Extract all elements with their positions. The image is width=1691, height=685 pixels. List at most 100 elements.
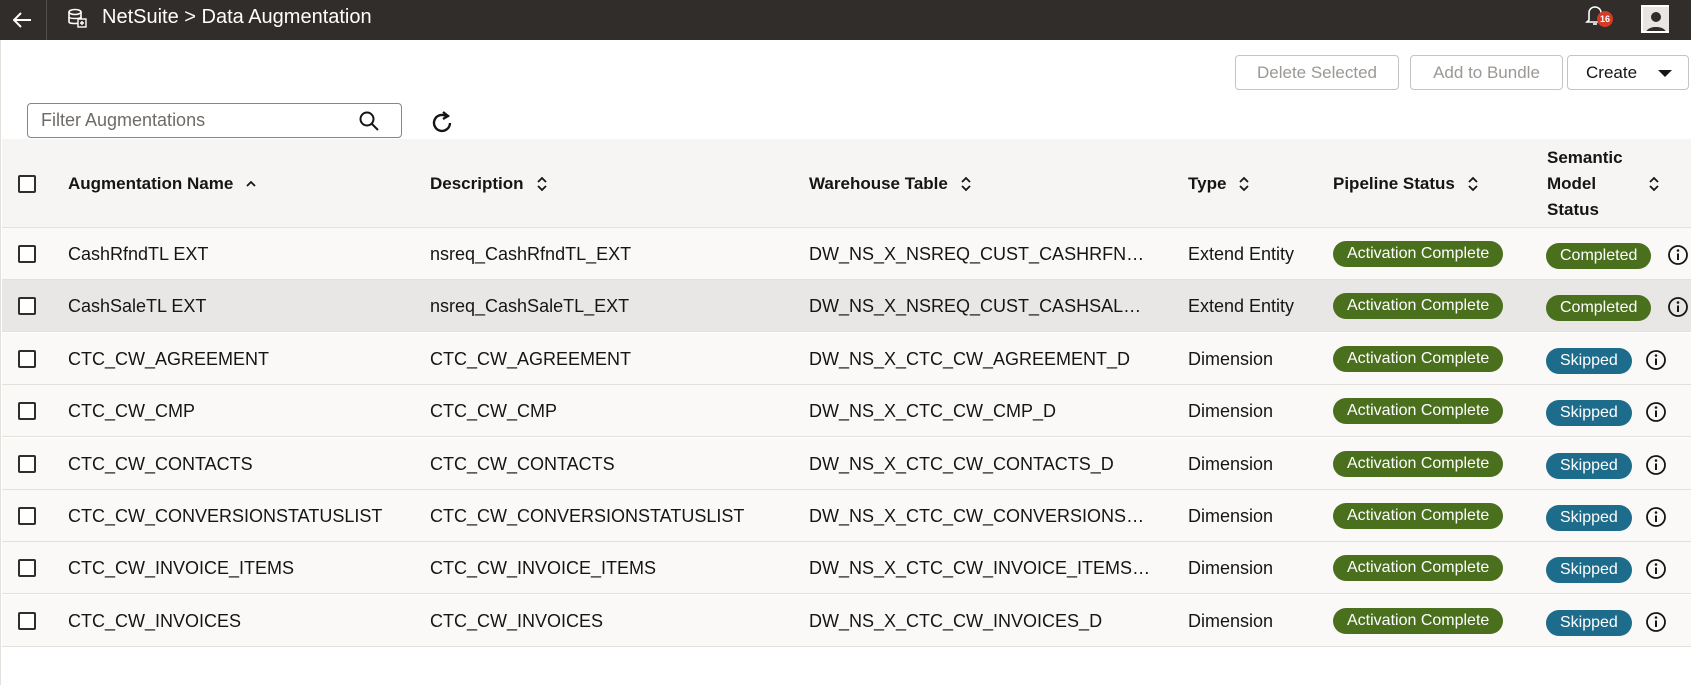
table-header: Augmentation Name Description Warehouse … [2, 139, 1691, 228]
info-icon[interactable] [1645, 558, 1667, 580]
data-augmentation-icon [68, 8, 87, 28]
add-to-bundle-button[interactable]: Add to Bundle [1410, 55, 1563, 90]
description-cell: CTC_CW_AGREEMENT [430, 348, 632, 369]
row-checkbox[interactable] [18, 611, 36, 630]
pipeline-status-badge: Activation Complete [1333, 345, 1504, 372]
main-content: Delete Selected Add to Bundle Create Aug… [0, 40, 1691, 685]
type-cell: Dimension [1188, 610, 1274, 631]
table-row[interactable]: CTC_CW_CONTACTS CTC_CW_CONTACTS DW_NS_X_CT… [2, 437, 1691, 490]
info-icon[interactable] [1645, 506, 1667, 528]
pipeline-status-badge: Activation Complete [1333, 607, 1504, 634]
info-icon[interactable] [1645, 454, 1667, 476]
sort-icon [1468, 176, 1478, 191]
row-checkbox[interactable] [18, 559, 36, 578]
delete-selected-button[interactable]: Delete Selected [1235, 55, 1399, 90]
select-all-checkbox[interactable] [18, 175, 36, 193]
search-icon[interactable] [358, 110, 380, 132]
augmentation-name-cell[interactable]: CTC_CW_AGREEMENT [68, 333, 408, 385]
augmentation-name-cell[interactable]: CTC_CW_INVOICE_ITEMS [68, 542, 408, 594]
page-title: NetSuite > Data Augmentation [102, 6, 372, 28]
table-row[interactable]: CTC_CW_AGREEMENT CTC_CW_AGREEMENT DW_NS_X_… [2, 332, 1691, 385]
description-cell: CTC_CW_INVOICE_ITEMS [430, 558, 657, 579]
refresh-icon[interactable] [429, 110, 455, 136]
type-cell: Dimension [1188, 453, 1274, 474]
table-row[interactable]: CashRfndTL EXT nsreq_CashRfndTL_EXT DW_NS_… [2, 228, 1691, 280]
pipeline-status-badge: Activation Complete [1333, 450, 1504, 477]
info-icon[interactable] [1645, 401, 1667, 423]
type-cell: Dimension [1188, 558, 1274, 579]
semantic-status-badge: Skipped [1546, 400, 1632, 427]
info-icon[interactable] [1645, 611, 1667, 633]
semantic-status-badge: Skipped [1546, 557, 1632, 584]
augmentation-name-cell[interactable]: CTC_CW_CONVERSIONSTATUSLIST [68, 490, 408, 542]
warehouse-table-cell: DW_NS_X_CTC_CW_INVOICE_ITEMS_D [809, 558, 1151, 579]
type-cell: Dimension [1188, 506, 1274, 526]
semantic-status-badge: Completed [1546, 295, 1652, 322]
column-warehouse-table[interactable]: Warehouse Table [809, 139, 972, 228]
row-checkbox[interactable] [18, 297, 36, 316]
description-cell: CTC_CW_CONVERSIONSTATUSLIST [430, 506, 745, 526]
pipeline-status-badge: Activation Complete [1333, 555, 1504, 582]
warehouse-table-cell: DW_NS_X_CTC_CW_AGREEMENT_D [809, 348, 1131, 369]
top-bar: NetSuite > Data Augmentation 16 [0, 0, 1691, 40]
table-row[interactable]: CTC_CW_INVOICES CTC_CW_INVOICES DW_NS_X_CT… [2, 594, 1691, 647]
augmentation-name-cell[interactable]: CTC_CW_CONTACTS [68, 438, 408, 490]
sort-icon [961, 176, 971, 191]
warehouse-table-cell: DW_NS_X_CTC_CW_INVOICES_D [809, 610, 1103, 631]
notification-badge: 16 [1597, 11, 1613, 27]
pipeline-status-badge: Activation Complete [1333, 293, 1504, 320]
semantic-status-badge: Skipped [1546, 452, 1632, 479]
warehouse-table-cell: DW_NS_X_CTC_CW_CONVERSIONSTATUSLIST_D [809, 506, 1151, 526]
warehouse-table-cell: DW_NS_X_CTC_CW_CMP_D [809, 401, 1057, 422]
warehouse-table-cell: DW_NS_X_NSREQ_CUST_CASHRFNDTL_EXT [809, 244, 1151, 264]
table-row[interactable]: CashSaleTL EXT nsreq_CashSaleTL_EXT DW_NS_… [2, 280, 1691, 333]
description-cell: CTC_CW_CMP [430, 401, 558, 422]
type-cell: Extend Entity [1188, 244, 1295, 264]
avatar[interactable] [1641, 5, 1669, 33]
column-semantic-model-status[interactable]: Semantic Model Status [1547, 139, 1660, 228]
semantic-status-badge: Completed [1546, 243, 1652, 269]
augmentation-name-cell[interactable]: CashSaleTL EXT [68, 280, 408, 332]
semantic-status-badge: Skipped [1546, 505, 1632, 531]
pipeline-status-badge: Activation Complete [1333, 503, 1504, 529]
info-icon[interactable] [1645, 349, 1667, 371]
create-button[interactable]: Create [1567, 55, 1689, 90]
caret-down-icon [1658, 70, 1672, 77]
filter-field [27, 103, 402, 138]
sort-icon [1649, 176, 1659, 191]
row-checkbox[interactable] [18, 402, 36, 421]
augmentation-name-cell[interactable]: CTC_CW_CMP [68, 385, 408, 437]
back-button[interactable] [0, 0, 47, 40]
type-cell: Dimension [1188, 401, 1274, 422]
description-cell: CTC_CW_CONTACTS [430, 453, 615, 474]
column-type[interactable]: Type [1188, 139, 1250, 228]
arrow-left-icon [13, 12, 31, 28]
row-checkbox[interactable] [18, 245, 36, 263]
column-augmentation-name[interactable]: Augmentation Name [68, 139, 257, 228]
info-icon[interactable] [1667, 244, 1689, 266]
augmentation-name-cell[interactable]: CTC_CW_INVOICES [68, 595, 408, 647]
pipeline-status-badge: Activation Complete [1333, 241, 1504, 267]
column-pipeline-status[interactable]: Pipeline Status [1333, 139, 1479, 228]
augmentation-name-cell[interactable]: CashRfndTL EXT [68, 228, 408, 280]
type-cell: Extend Entity [1188, 296, 1295, 317]
row-checkbox[interactable] [18, 507, 36, 525]
filter-augmentations-input[interactable] [28, 104, 358, 137]
user-icon [1646, 12, 1666, 31]
semantic-status-badge: Skipped [1546, 609, 1632, 636]
type-cell: Dimension [1188, 348, 1274, 369]
row-checkbox[interactable] [18, 349, 36, 368]
sort-ascending-icon [246, 180, 256, 187]
info-icon[interactable] [1667, 296, 1689, 318]
description-cell: nsreq_CashRfndTL_EXT [430, 244, 632, 264]
warehouse-table-cell: DW_NS_X_CTC_CW_CONTACTS_D [809, 453, 1114, 474]
sort-icon [1239, 176, 1250, 191]
row-checkbox[interactable] [18, 454, 36, 473]
table-row[interactable]: CTC_CW_INVOICE_ITEMS CTC_CW_INVOICE_ITEMS… [2, 542, 1691, 595]
description-cell: nsreq_CashSaleTL_EXT [430, 296, 630, 317]
warehouse-table-cell: DW_NS_X_NSREQ_CUST_CASHSALETL_EXT [809, 296, 1151, 317]
sort-icon [536, 176, 547, 191]
table-row[interactable]: CTC_CW_CMP CTC_CW_CMP DW_NS_X_CTC_CW_CMP_D… [2, 385, 1691, 438]
table-row[interactable]: CTC_CW_CONVERSIONSTATUSLIST CTC_CW_CONVER… [2, 490, 1691, 542]
column-description[interactable]: Description [430, 139, 548, 228]
